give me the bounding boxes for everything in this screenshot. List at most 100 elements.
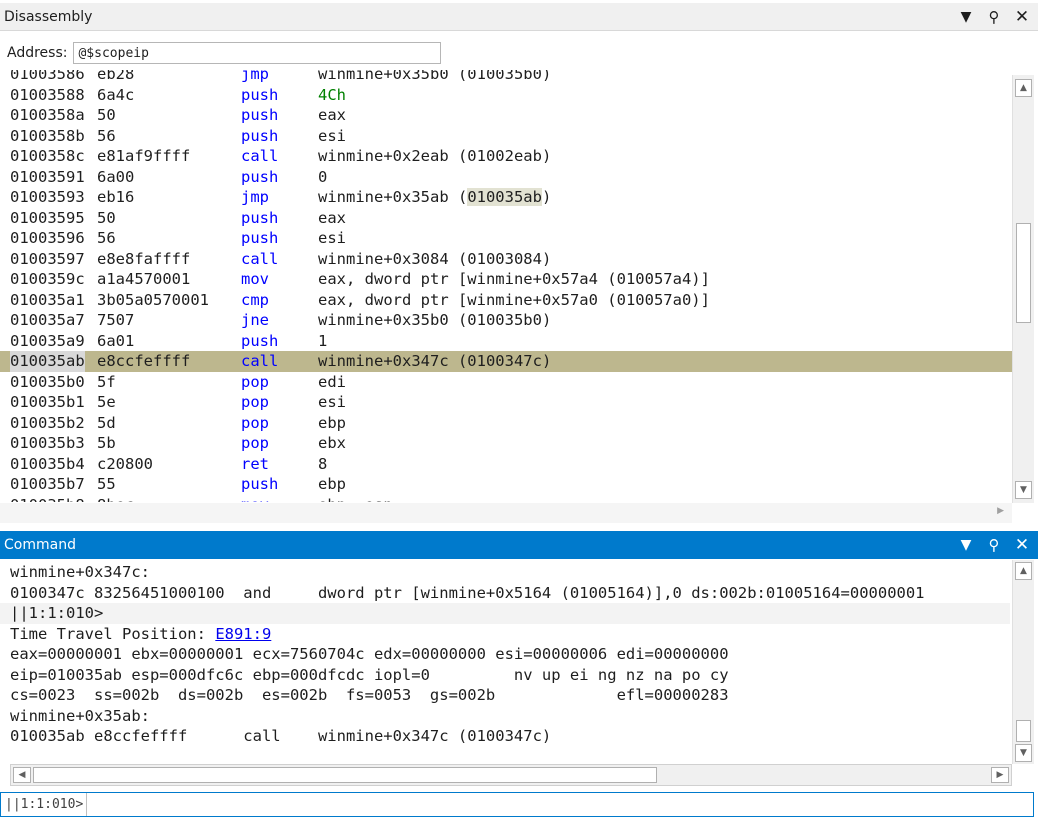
- highlighted-address: 010035ab: [467, 188, 542, 206]
- instruction-address: 01003596: [10, 229, 85, 247]
- disassembly-row[interactable]: 010035b3 5b pop ebx: [0, 433, 1012, 454]
- scroll-left-icon[interactable]: ◀: [13, 767, 31, 783]
- command-output[interactable]: winmine+0x347c: 0100347c 83256451000100 …: [0, 560, 1012, 756]
- dropdown-icon[interactable]: ▼: [958, 537, 974, 553]
- instruction-mnemonic: push: [241, 85, 279, 104]
- disassembly-row[interactable]: 010035b7 55 push ebp: [0, 474, 1012, 495]
- dropdown-icon[interactable]: ▼: [958, 9, 974, 25]
- disassembly-row[interactable]: 010035b8 8bec mov ebp, esp: [0, 495, 1012, 503]
- disassembly-title: Disassembly: [4, 8, 93, 25]
- disassembly-listing[interactable]: 01003586 eb28 jmp winmine+0x35b0 (010035b0)…: [0, 70, 1012, 502]
- command-title-bar: Command ▼ ⚲ ✕: [0, 531, 1038, 559]
- instruction-bytes: 56: [97, 126, 116, 145]
- disassembly-row[interactable]: 0100358c e81af9ffff call winmine+0x2eab (01…: [0, 146, 1012, 167]
- command-line: Time Travel Position: E891:9: [10, 624, 1010, 645]
- disassembly-row[interactable]: 010035a7 7507 jne winmine+0x35b0 (010035b0): [0, 310, 1012, 331]
- instruction-mnemonic: push: [241, 208, 279, 227]
- instruction-bytes: e81af9ffff: [97, 147, 191, 165]
- instruction-bytes: c20800: [97, 454, 153, 473]
- disassembly-row[interactable]: 010035a9 6a01 push 1: [0, 331, 1012, 352]
- disassembly-row[interactable]: 0100358b 56 push esi: [0, 126, 1012, 147]
- disassembly-row[interactable]: 0100358a 50 push eax: [0, 105, 1012, 126]
- disassembly-row[interactable]: 010035b0 5f pop edi: [0, 372, 1012, 393]
- instruction-mnemonic: pop: [241, 434, 269, 452]
- instruction-bytes: 3b05a0570001: [97, 290, 209, 309]
- command-input[interactable]: [87, 793, 1033, 816]
- disassembly-row[interactable]: 01003593 eb16 jmp winmine+0x35ab (010035ab): [0, 187, 1012, 208]
- instruction-bytes: 5e: [97, 393, 116, 411]
- instruction-operands: edi: [318, 372, 346, 391]
- disassembly-row[interactable]: 010035b1 5e pop esi: [0, 392, 1012, 413]
- command-line: 010035ab e8ccfeffff call winmine+0x347c …: [10, 727, 552, 745]
- disassembly-row[interactable]: 01003588 6a4c push 4Ch: [0, 85, 1012, 106]
- disassembly-horizontal-scrollbar[interactable]: ▶: [0, 503, 1012, 523]
- disassembly-row[interactable]: 01003596 56 push esi: [0, 228, 1012, 249]
- instruction-operands: ebx: [318, 434, 346, 452]
- instruction-bytes: e8ccfeffff: [97, 352, 191, 370]
- current-instruction-row[interactable]: 010035ab e8ccfeffff call winmine+0x347c (01…: [0, 351, 1012, 372]
- disassembly-row[interactable]: 01003597 e8e8faffff call winmine+0x3084 (01…: [0, 249, 1012, 270]
- close-icon[interactable]: ✕: [1014, 535, 1030, 555]
- instruction-operands: ebp, esp: [318, 495, 393, 503]
- disassembly-vertical-scrollbar[interactable]: ▲ ▼: [1012, 75, 1034, 503]
- instruction-address: 010035b7: [10, 475, 85, 493]
- instruction-operands: 8: [318, 454, 328, 473]
- scroll-up-icon[interactable]: ▲: [1015, 79, 1032, 97]
- disassembly-row[interactable]: 01003595 50 push eax: [0, 208, 1012, 229]
- instruction-mnemonic: push: [241, 229, 279, 247]
- scroll-thumb[interactable]: [1016, 223, 1031, 323]
- pin-icon[interactable]: ⚲: [986, 8, 1002, 26]
- instruction-mnemonic: jmp: [241, 70, 269, 83]
- disassembly-row[interactable]: 01003586 eb28 jmp winmine+0x35b0 (010035b0): [0, 70, 1012, 85]
- instruction-operands: ebp: [318, 413, 346, 432]
- instruction-bytes: eb28: [97, 70, 135, 83]
- disassembly-row[interactable]: 0100359c a1a4570001 mov eax, dword ptr [win…: [0, 269, 1012, 290]
- command-prompt: ||1:1:010>: [0, 792, 1034, 817]
- instruction-operands: winmine+0x35ab (010035ab): [318, 188, 552, 206]
- instruction-bytes: 7507: [97, 311, 135, 329]
- instruction-bytes: 6a00: [97, 167, 135, 186]
- scroll-right-icon[interactable]: ▶: [997, 506, 1004, 516]
- scroll-up-icon[interactable]: ▲: [1015, 562, 1032, 580]
- scroll-thumb[interactable]: [33, 767, 657, 783]
- disassembly-row[interactable]: 010035a1 3b05a0570001 cmp eax, dword ptr [w…: [0, 290, 1012, 311]
- instruction-bytes: 5f: [97, 372, 116, 391]
- instruction-mnemonic: call: [241, 147, 279, 165]
- instruction-bytes: 50: [97, 106, 116, 124]
- command-vertical-scrollbar[interactable]: ▲ ▼: [1012, 560, 1034, 764]
- instruction-bytes: 6a4c: [97, 85, 135, 104]
- address-row: Address:: [0, 36, 1038, 70]
- instruction-mnemonic: push: [241, 167, 279, 186]
- instruction-mnemonic: ret: [241, 454, 269, 473]
- scroll-down-icon[interactable]: ▼: [1015, 481, 1032, 499]
- address-input[interactable]: [73, 42, 442, 64]
- disassembly-row[interactable]: 010035b4 c20800 ret 8: [0, 454, 1012, 475]
- instruction-mnemonic: call: [241, 352, 279, 370]
- instruction-mnemonic: pop: [241, 393, 269, 411]
- instruction-mnemonic: call: [241, 249, 279, 268]
- scroll-down-icon[interactable]: ▼: [1015, 744, 1032, 762]
- instruction-operands: eax, dword ptr [winmine+0x57a4 (010057a4…: [318, 270, 710, 288]
- time-travel-position-link[interactable]: E891:9: [215, 625, 271, 643]
- instruction-mnemonic: push: [241, 126, 279, 145]
- instruction-operands: 0: [318, 167, 328, 186]
- command-horizontal-scrollbar[interactable]: ◀ ▶: [10, 764, 1012, 786]
- close-icon[interactable]: ✕: [1014, 7, 1030, 27]
- instruction-address: 01003586: [10, 70, 85, 83]
- pin-icon[interactable]: ⚲: [986, 536, 1002, 554]
- disassembly-row[interactable]: 01003591 6a00 push 0: [0, 167, 1012, 188]
- instruction-bytes: 6a01: [97, 331, 135, 350]
- instruction-bytes: e8e8faffff: [97, 249, 191, 268]
- instruction-operands: winmine+0x35b0 (010035b0): [318, 70, 552, 83]
- instruction-mnemonic: push: [241, 331, 279, 350]
- instruction-address: 01003595: [10, 208, 85, 227]
- instruction-operands: esi: [318, 229, 346, 247]
- instruction-mnemonic: jne: [241, 311, 269, 329]
- instruction-operands: eax, dword ptr [winmine+0x57a0 (010057a0…: [318, 290, 710, 309]
- ttp-label: Time Travel Position:: [10, 624, 216, 643]
- scroll-right-icon[interactable]: ▶: [991, 767, 1009, 783]
- instruction-address: 010035a7: [10, 311, 85, 329]
- scroll-thumb[interactable]: [1016, 720, 1031, 742]
- disassembly-row[interactable]: 010035b2 5d pop ebp: [0, 413, 1012, 434]
- instruction-address: 0100359c: [10, 270, 85, 288]
